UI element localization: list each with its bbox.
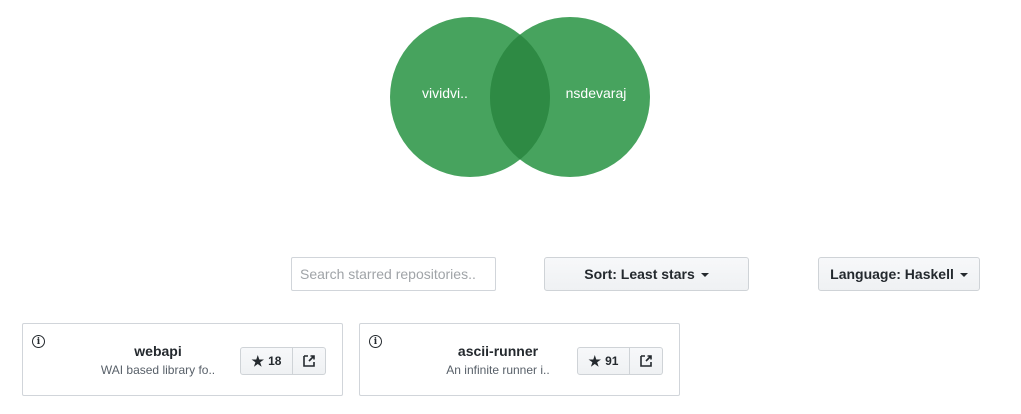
info-icon[interactable]: i [32,335,45,348]
star-button-group: ★ 18 [240,347,326,375]
page: vividvi.. nsdevaraj Sort: Least stars La… [0,0,1021,414]
venn-label-right: nsdevaraj [566,85,627,101]
star-count: 18 [268,354,282,368]
repo-card: i webapi WAI based library fo.. ★ 18 [22,323,343,396]
language-dropdown-button[interactable]: Language: Haskell [818,257,980,291]
repo-card: i ascii-runner An infinite runner i.. ★ … [359,323,680,396]
search-input[interactable] [291,257,496,291]
venn-label-left: vividvi.. [422,85,468,101]
sort-dropdown-button[interactable]: Sort: Least stars [544,257,749,291]
star-button-group: ★ 91 [577,347,663,375]
star-icon: ★ [251,353,265,369]
venn-diagram: vividvi.. nsdevaraj [390,17,650,177]
star-icon: ★ [588,353,602,369]
star-button[interactable]: ★ 18 [240,347,293,375]
external-link-button[interactable] [293,347,326,375]
repo-name[interactable]: ascii-runner [403,343,593,359]
language-label: Language: Haskell [830,266,954,282]
sort-label: Sort: Least stars [584,266,695,282]
external-link-icon [303,355,315,367]
star-count: 91 [605,354,619,368]
external-link-button[interactable] [630,347,663,375]
repo-description: WAI based library fo.. [100,363,216,377]
caret-down-icon [959,273,968,277]
star-button[interactable]: ★ 91 [577,347,630,375]
caret-down-icon [700,273,709,277]
info-icon[interactable]: i [369,335,382,348]
external-link-icon [640,355,652,367]
repo-description: An infinite runner i.. [446,363,550,377]
repo-name[interactable]: webapi [63,343,253,359]
